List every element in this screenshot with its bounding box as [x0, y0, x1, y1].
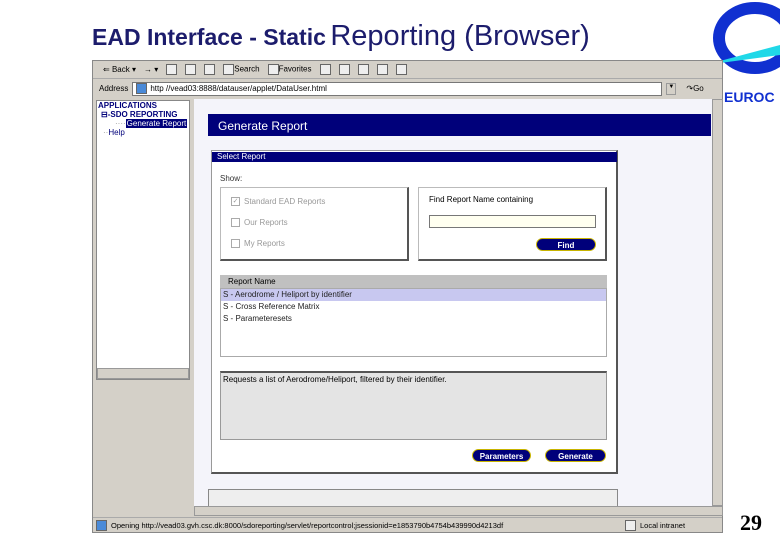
- checkbox-our-reports[interactable]: Our Reports: [231, 218, 288, 227]
- tree-item-generate-report[interactable]: Generate Report: [125, 119, 188, 128]
- address-label: Address: [99, 84, 129, 93]
- show-label: Show:: [220, 174, 243, 183]
- history-icon[interactable]: [319, 64, 331, 75]
- mail-icon[interactable]: [338, 64, 350, 75]
- generate-button[interactable]: Generate: [545, 449, 606, 462]
- report-name-column-header[interactable]: Report Name: [220, 275, 607, 288]
- select-report-panel: Select Report Show: ✓ Standard EAD Report…: [211, 150, 618, 474]
- tree-horizontal-scrollbar[interactable]: [97, 368, 189, 379]
- title-part2: Reporting (Browser): [330, 20, 590, 52]
- report-description: Requests a list of Aerodrome/Heliport, f…: [220, 371, 607, 440]
- show-filter-box: ✓ Standard EAD Reports Our Reports My Rep…: [220, 187, 409, 261]
- page-icon: [136, 83, 148, 94]
- favorites-icon: [267, 64, 279, 75]
- discuss-icon[interactable]: [395, 64, 407, 75]
- back-button[interactable]: ⇐ Back ▾: [103, 65, 136, 74]
- favorites-button[interactable]: Favorites: [267, 64, 312, 75]
- home-icon[interactable]: [204, 64, 216, 75]
- checkbox-standard-ead-reports[interactable]: ✓ Standard EAD Reports: [231, 197, 325, 206]
- page-loading-icon: [96, 520, 107, 531]
- refresh-icon[interactable]: [185, 64, 197, 75]
- search-button[interactable]: Search: [223, 64, 260, 75]
- go-button[interactable]: ↷Go: [686, 84, 703, 93]
- panel-title: Select Report: [212, 152, 617, 162]
- url-input[interactable]: http //vead03:8888/datauser/applet/DataU…: [132, 81, 663, 96]
- find-label: Find Report Name containing: [429, 195, 534, 204]
- page-number: 29: [740, 510, 762, 535]
- report-row[interactable]: S - Parameteresets: [221, 313, 606, 325]
- report-list: S - Aerodrome / Heliport by identifier S…: [220, 288, 607, 357]
- intranet-icon: [625, 520, 636, 531]
- report-row[interactable]: S - Cross Reference Matrix: [221, 301, 606, 313]
- parameters-button[interactable]: Parameters: [472, 449, 531, 462]
- title-part1: EAD Interface - Static: [92, 24, 326, 50]
- report-row-selected[interactable]: S - Aerodrome / Heliport by identifier: [221, 289, 606, 301]
- url-dropdown[interactable]: ▼: [666, 82, 677, 95]
- status-text: Opening http://vead03.gvh.csc.dk:8000/sd…: [111, 521, 504, 530]
- find-input[interactable]: [429, 215, 596, 228]
- search-icon: [223, 64, 235, 75]
- vertical-scrollbar[interactable]: [712, 99, 723, 506]
- checkbox-my-reports[interactable]: My Reports: [231, 239, 285, 248]
- navigation-tree: APPLICATIONS ⊟-SDO REPORTING ····Generat…: [96, 100, 190, 380]
- content-frame: Generate Report Select Report Show: ✓ Sta…: [194, 99, 712, 509]
- slide-title: EAD Interface - Static Reporting (Browse…: [92, 20, 590, 53]
- tree-group-sdo-reporting[interactable]: ⊟-SDO REPORTING: [97, 110, 189, 119]
- browser-toolbar: ⇐ Back ▾ → ▾ Search Favorites: [93, 61, 722, 79]
- tree-item-help[interactable]: Help: [108, 128, 124, 137]
- print-icon[interactable]: [357, 64, 369, 75]
- find-report-box: Find Report Name containing Find: [418, 187, 607, 261]
- tree-root[interactable]: APPLICATIONS: [97, 101, 189, 110]
- stop-icon[interactable]: [166, 64, 178, 75]
- find-button[interactable]: Find: [536, 238, 596, 251]
- edit-icon[interactable]: [376, 64, 388, 75]
- security-zone: Local intranet: [640, 521, 686, 530]
- forward-button[interactable]: → ▾: [144, 65, 158, 74]
- horizontal-scrollbar[interactable]: [194, 506, 723, 516]
- logo-text: EUROC: [724, 89, 775, 105]
- status-bar: Opening http://vead03.gvh.csc.dk:8000/sd…: [93, 517, 722, 533]
- browser-window: ⇐ Back ▾ → ▾ Search Favorites Address ht…: [92, 60, 723, 533]
- address-bar: Address http //vead03:8888/datauser/appl…: [93, 79, 722, 98]
- page-header: Generate Report: [208, 114, 711, 136]
- checkbox-checked-icon: ✓: [231, 197, 240, 206]
